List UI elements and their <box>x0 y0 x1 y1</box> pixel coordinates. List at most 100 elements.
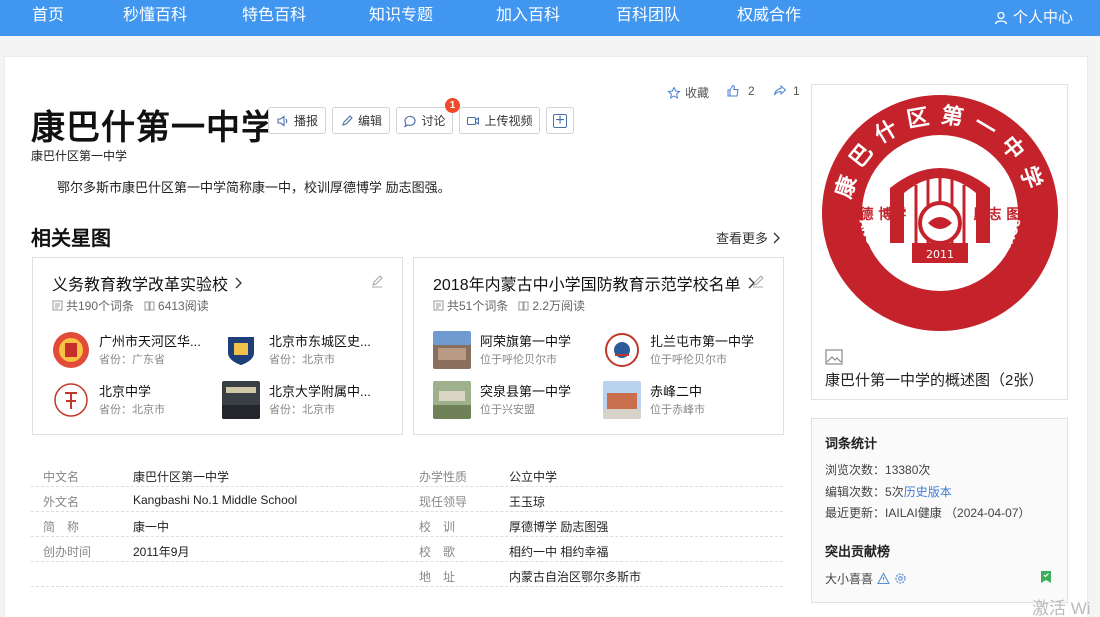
see-more-label: 查看更多 <box>716 231 769 246</box>
related-item-location: 位于呼伦贝尔市 <box>480 354 557 366</box>
favorite-label: 收藏 <box>685 86 710 100</box>
nav-miaodong[interactable]: 秒懂百科 <box>123 0 187 36</box>
favorite-button[interactable]: 收藏 <box>667 84 709 101</box>
like-button[interactable]: 2 <box>726 84 755 98</box>
school-photo-thumbnail <box>603 381 641 419</box>
related-item-location: 位于赤峰市 <box>650 404 705 416</box>
info-row: 简 称 康一中 校 训 厚德博学 励志图强 <box>31 512 783 537</box>
see-more-link[interactable]: 查看更多 <box>716 228 780 247</box>
related-item[interactable]: 赤峰二中 位于赤峰市 <box>603 379 763 421</box>
broadcast-label: 播报 <box>293 114 318 128</box>
nav-partner[interactable]: 权威合作 <box>737 0 801 36</box>
discuss-label: 讨论 <box>421 114 446 128</box>
user-center-link[interactable]: 个人中心 <box>994 0 1073 36</box>
related-item-name: 突泉县第一中学 <box>480 384 572 399</box>
related-card-1: 义务教育教学改革实验校 共190个词条 6413阅读 广州市天河区华... 省份… <box>32 257 403 435</box>
chevron-right-icon <box>773 232 780 243</box>
updated-user[interactable]: IAILAI健康 <box>885 506 942 520</box>
chat-bubble-icon <box>404 115 416 128</box>
views-label: 浏览次数： <box>825 463 886 477</box>
logo-motto-left: 厚德 博学 <box>846 206 907 223</box>
school-emblem-thumbnail <box>52 381 90 419</box>
add-button[interactable]: + <box>546 107 574 134</box>
read-count: 2.2万阅读 <box>532 299 586 313</box>
contributor-name[interactable]: 大小喜喜 <box>825 570 873 587</box>
image-icon <box>825 349 843 365</box>
upload-video-button[interactable]: 上传视频 <box>459 107 540 134</box>
star-icon <box>667 85 681 99</box>
nav-home[interactable]: 首页 <box>32 0 64 36</box>
related-item[interactable]: 北京大学附属中... 省份：北京市 <box>222 379 382 421</box>
pencil-icon[interactable] <box>751 274 765 288</box>
history-version-link[interactable]: 历史版本 <box>904 485 952 499</box>
related-item[interactable]: 阿荣旗第一中学 位于呼伦贝尔市 <box>433 329 593 371</box>
share-count: 1 <box>793 84 800 98</box>
pencil-icon[interactable] <box>370 274 384 288</box>
contributor-row: 大小喜喜 <box>825 570 907 587</box>
edits-line: 编辑次数：5次历史版本 <box>825 483 952 500</box>
related-item[interactable]: 突泉县第一中学 位于兴安盟 <box>433 379 593 421</box>
info-key: 外文名 <box>43 495 80 509</box>
nav-team[interactable]: 百科团队 <box>616 0 680 36</box>
info-row: 地 址 内蒙古自治区鄂尔多斯市 <box>31 562 783 587</box>
pencil-icon <box>342 114 353 126</box>
info-key: 办学性质 <box>419 470 468 484</box>
related-item[interactable]: 北京中学 省份：北京市 <box>52 379 212 421</box>
info-value: 厚德博学 励志图强 <box>509 520 609 534</box>
album-caption: 康巴什第一中学的概述图（2张） <box>825 348 1060 392</box>
info-row: 外文名 Kangbashi No.1 Middle School 现任领导 王玉… <box>31 487 783 512</box>
related-card-1-title-text: 义务教育教学改革实验校 <box>52 277 229 294</box>
page-title: 康巴什第一中学 <box>31 109 276 147</box>
related-card-2-title[interactable]: 2018年内蒙古中小学国防教育示范学校名单 <box>433 271 755 295</box>
related-item-province: 省份：北京市 <box>269 404 335 416</box>
bookmark-icon[interactable] <box>1040 570 1052 584</box>
thumbs-up-icon <box>727 84 739 97</box>
info-row: 中文名 康巴什区第一中学 办学性质 公立中学 <box>31 462 783 487</box>
book-icon <box>144 301 155 311</box>
edits-label: 编辑次数： <box>825 485 886 499</box>
related-item-name: 赤峰二中 <box>650 384 703 399</box>
info-value: 康一中 <box>133 520 170 534</box>
info-key: 中文名 <box>43 470 80 484</box>
info-row: 创办时间 2011年9月 校 歌 相约一中 相约幸福 <box>31 537 783 562</box>
broadcast-button[interactable]: 播报 <box>268 107 326 134</box>
logo-year: 2011 <box>926 248 954 261</box>
discuss-count-badge: 1 <box>445 98 460 113</box>
nav-featured[interactable]: 特色百科 <box>242 0 306 36</box>
related-item-name: 北京大学附属中... <box>269 384 371 399</box>
related-item[interactable]: 广州市天河区华... 省份：广东省 <box>52 329 212 371</box>
related-item[interactable]: 扎兰屯市第一中学 位于呼伦贝尔市 <box>603 329 763 371</box>
related-item-name: 扎兰屯市第一中学 <box>650 334 755 349</box>
school-photo-thumbnail <box>433 381 471 419</box>
speaker-icon <box>277 114 288 127</box>
info-value: 相约一中 相约幸福 <box>509 545 609 559</box>
lemma-stats-panel: 词条统计 浏览次数：13380次 编辑次数：5次历史版本 最近更新：IAILAI… <box>811 418 1068 603</box>
summary-album[interactable]: 康巴什区第一中学 KANG BA SHI QU NO.1 MIDDLE SCHO… <box>811 84 1068 400</box>
entry-count: 共51个词条 <box>447 299 509 313</box>
album-caption-text: 康巴什第一中学的概述图（2张） <box>825 372 1044 389</box>
info-value: 王玉琼 <box>509 495 546 509</box>
lemma-summary: 鄂尔多斯市康巴什区第一中学简称康一中，校训厚德博学 励志图强。 <box>57 180 451 195</box>
warning-badge-icon <box>877 572 890 585</box>
related-card-2: 2018年内蒙古中小学国防教育示范学校名单 共51个词条 2.2万阅读 阿荣旗第… <box>413 257 784 435</box>
document-icon <box>52 300 63 311</box>
views-count: 13380次 <box>885 463 931 477</box>
info-key: 创办时间 <box>43 545 92 559</box>
related-item-name: 北京市东城区史... <box>269 334 371 349</box>
related-item-location: 位于兴安盟 <box>480 404 535 416</box>
nav-join[interactable]: 加入百科 <box>496 0 560 36</box>
plus-icon: + <box>553 112 567 128</box>
info-value: 康巴什区第一中学 <box>133 470 230 484</box>
school-emblem-thumbnail <box>222 331 260 369</box>
nav-topics[interactable]: 知识专题 <box>369 0 433 36</box>
edit-button[interactable]: 编辑 <box>332 107 390 134</box>
share-button[interactable]: 1 <box>773 84 800 98</box>
related-item-location: 位于呼伦贝尔市 <box>650 354 727 366</box>
related-item[interactable]: 北京市东城区史... 省份：北京市 <box>222 329 382 371</box>
upload-video-label: 上传视频 <box>484 114 533 128</box>
related-card-1-title[interactable]: 义务教育教学改革实验校 <box>52 271 242 295</box>
discuss-button[interactable]: 讨论 <box>396 107 453 134</box>
logo-motto-right: 励志 图强 <box>974 206 1035 223</box>
contrib-title: 突出贡献榜 <box>825 544 891 559</box>
school-photo-thumbnail <box>433 331 471 369</box>
